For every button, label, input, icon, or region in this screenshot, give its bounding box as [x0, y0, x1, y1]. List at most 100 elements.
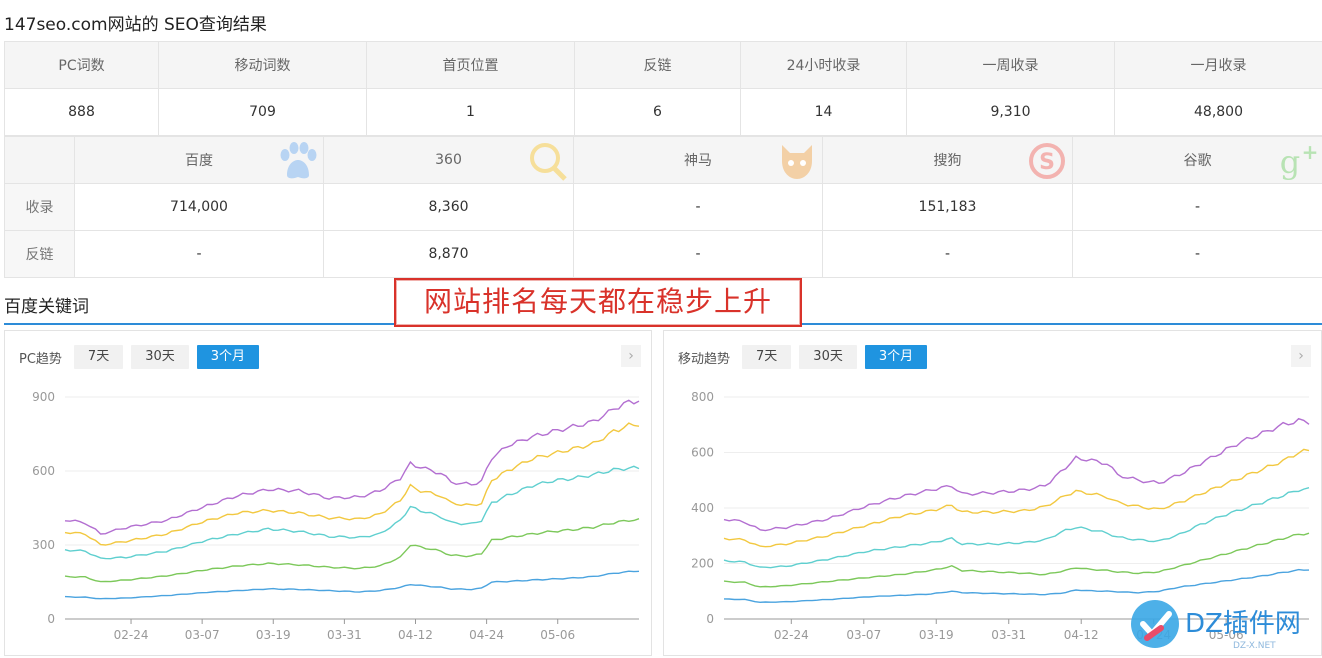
mobile-y-tick-label: 800: [691, 390, 714, 404]
mobile-tab-30d[interactable]: 30天: [799, 345, 857, 369]
summary-value-row: 888 709 1 6 14 9,310 48,800: [4, 88, 1322, 136]
svg-text:+: +: [1302, 141, 1319, 164]
mobile-x-tick-label: 02-24: [774, 628, 809, 642]
mobile-series-line-2: [723, 448, 1310, 548]
sogou-icon: S: [1029, 143, 1065, 179]
backlink-google: -: [1072, 230, 1322, 278]
google-plus-icon: g +: [1280, 141, 1319, 181]
pc-trend-chart: 0 300 600 900 02-24 03-07 03-19 03-31 04-12 04-24…: [32, 390, 640, 642]
pc-x-tick-label: 03-07: [185, 628, 220, 642]
pc-x-tick-label: 02-24: [114, 628, 149, 642]
row-label-backlink: 反链: [4, 230, 75, 278]
pc-x-tick-label: 03-31: [327, 628, 362, 642]
mobile-y-tick-label: 400: [691, 501, 714, 515]
mobile-x-tick-label: 04-12: [1064, 628, 1099, 642]
summary-header-row: PC词数 移动词数 首页位置 反链 24小时收录 一周收录 一月收录: [4, 41, 1322, 89]
pc-x-tick-label: 04-12: [398, 628, 433, 642]
engine-header-empty: [4, 136, 75, 184]
index-sogou: 151,183: [822, 183, 1073, 231]
pc-y-tick-label: 600: [32, 464, 55, 478]
mobile-x-tick-label: 03-31: [991, 628, 1026, 642]
header-backlinks: 反链: [574, 41, 741, 89]
pc-series-line-5: [64, 570, 640, 600]
pc-y-tick-label: 900: [32, 390, 55, 404]
pc-trend-label: PC趋势: [19, 351, 62, 367]
section-title: 百度关键词: [4, 297, 89, 317]
index-360: 8,360: [323, 183, 574, 231]
index-google: -: [1072, 183, 1322, 231]
engine-backlink-row: 反链 - 8,870 - - -: [4, 230, 1322, 278]
engine-header-shenma: 神马: [573, 136, 823, 184]
pc-trend-panel: PC趋势 7天 30天 3个月 › 0 300 600 900 02-24 03-07 03…: [4, 330, 652, 656]
index-baidu: 714,000: [74, 183, 324, 231]
mobile-x-tick-label: 03-07: [846, 628, 881, 642]
backlink-sogou: -: [822, 230, 1073, 278]
watermark-sub: DZ-X.NET: [1233, 641, 1276, 651]
value-mobile-words: 709: [158, 88, 367, 136]
page-title: 147seo.com网站的 SEO查询结果: [4, 15, 267, 35]
mobile-tab-7d[interactable]: 7天: [742, 345, 792, 369]
pc-x-tick-label: 04-24: [469, 628, 504, 642]
mobile-trend-header: 移动趋势 7天 30天 3个月: [678, 345, 935, 369]
pc-series-line-2: [64, 422, 640, 546]
header-week-index: 一周收录: [906, 41, 1115, 89]
pc-x-tick-label: 05-06: [540, 628, 575, 642]
mobile-trend-label: 移动趋势: [678, 351, 731, 367]
baidu-paw-icon: [280, 142, 317, 179]
backlink-shenma: -: [573, 230, 823, 278]
pc-series-line-4: [64, 518, 640, 583]
mobile-y-tick-label: 600: [691, 446, 714, 460]
360-search-icon: [530, 143, 567, 181]
backlink-360: 8,870: [323, 230, 574, 278]
engine-table: 百度 360 神马 搜狗 S 谷歌 g + 收录 714,000 8,360 -…: [4, 136, 1322, 278]
header-month-index: 一月收录: [1114, 41, 1322, 89]
engine-header-baidu: 百度: [74, 136, 324, 184]
backlink-baidu: -: [74, 230, 324, 278]
row-label-index: 收录: [4, 183, 75, 231]
value-24h-index: 14: [740, 88, 907, 136]
mobile-y-tick-label: 200: [691, 557, 714, 571]
pc-tab-7d[interactable]: 7天: [73, 345, 124, 369]
header-home-position: 首页位置: [366, 41, 575, 89]
mobile-series-line-4: [723, 532, 1310, 588]
pc-y-tick-label: 0: [47, 612, 55, 626]
mobile-next-button[interactable]: ›: [1291, 345, 1311, 367]
pc-x-tick-label: 03-19: [256, 628, 291, 642]
value-pc-words: 888: [4, 88, 159, 136]
svg-text:S: S: [1039, 150, 1055, 175]
header-pc-words: PC词数: [4, 41, 159, 89]
summary-table: PC词数 移动词数 首页位置 反链 24小时收录 一周收录 一月收录 888 7…: [4, 41, 1322, 136]
pc-series-line-1: [64, 399, 640, 535]
value-home-position: 1: [366, 88, 575, 136]
pc-tab-30d[interactable]: 30天: [131, 345, 189, 369]
watermark-text: DZ插件网: [1185, 609, 1301, 639]
mobile-tab-3m[interactable]: 3个月: [864, 345, 928, 369]
pc-trend-header: PC趋势 7天 30天 3个月: [19, 345, 267, 369]
engine-name-baidu: 百度: [185, 153, 213, 169]
engine-header-360: 360: [323, 136, 574, 184]
mobile-x-tick-label: 03-19: [919, 628, 954, 642]
index-shenma: -: [573, 183, 823, 231]
engine-name-google: 谷歌: [1183, 153, 1212, 169]
value-backlinks: 6: [574, 88, 741, 136]
engine-name-shenma: 神马: [684, 153, 712, 169]
annotation-callout: 网站排名每天都在稳步上升: [394, 278, 802, 327]
dz-watermark-logo: DZ插件网 DZ-X.NET: [1131, 600, 1301, 651]
mobile-series-line-3: [723, 487, 1310, 569]
mobile-series-line-1: [723, 417, 1310, 532]
pc-next-button[interactable]: ›: [621, 345, 641, 367]
svg-text:g: g: [1280, 143, 1300, 181]
engine-header-google: 谷歌 g +: [1072, 136, 1322, 184]
value-week-index: 9,310: [906, 88, 1115, 136]
header-24h-index: 24小时收录: [740, 41, 907, 89]
shenma-icon: [782, 145, 812, 179]
engine-index-row: 收录 714,000 8,360 - 151,183 -: [4, 183, 1322, 231]
pc-y-tick-label: 300: [32, 538, 55, 552]
mobile-y-tick-label: 0: [706, 612, 714, 626]
value-month-index: 48,800: [1114, 88, 1322, 136]
engine-header-row: 百度 360 神马 搜狗 S 谷歌 g +: [4, 136, 1322, 184]
header-mobile-words: 移动词数: [158, 41, 367, 89]
pc-tab-3m[interactable]: 3个月: [196, 345, 260, 369]
engine-name-360: 360: [435, 152, 462, 168]
engine-header-sogou: 搜狗 S: [822, 136, 1073, 184]
